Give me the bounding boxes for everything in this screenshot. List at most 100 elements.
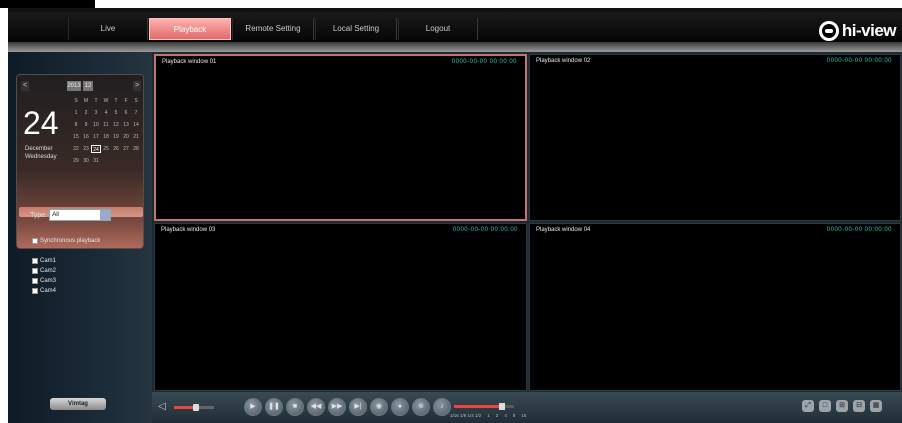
calendar-grid: S M T W T F S 1 2 3 4 5 6 7 8 9 10 11 12 13 14 15 16 17 18 19 20 21… xyxy=(71,97,143,165)
speed-slider[interactable] xyxy=(454,403,514,410)
calendar-date[interactable]: 10 xyxy=(91,121,101,129)
channel-row[interactable]: Cam3 xyxy=(32,278,56,284)
calendar-prev-button[interactable]: < xyxy=(21,81,29,91)
channel-label: Cam4 xyxy=(40,288,57,294)
calendar-date[interactable]: 18 xyxy=(101,133,111,141)
calendar-date[interactable]: 25 xyxy=(101,145,111,153)
split-4-icon[interactable]: ⊞ xyxy=(836,400,848,412)
calendar-date[interactable]: 5 xyxy=(111,109,121,117)
calendar-date[interactable]: 26 xyxy=(111,145,121,153)
channel-checkbox[interactable] xyxy=(32,288,38,294)
playback-window-3[interactable]: Playback window 03 0000-00-00 00:00:00 xyxy=(154,223,527,391)
calendar-month-text: December Wednesday xyxy=(25,145,57,161)
calendar-date[interactable]: 30 xyxy=(81,157,91,165)
calendar-date[interactable]: 27 xyxy=(121,145,131,153)
play-button[interactable]: ▶ xyxy=(244,398,262,416)
calendar-next-button[interactable]: > xyxy=(133,81,141,91)
calendar-month-button[interactable]: 12 xyxy=(83,81,93,91)
channel-checkbox[interactable] xyxy=(32,268,38,274)
calendar-date[interactable]: 19 xyxy=(111,133,121,141)
calendar-date[interactable]: 21 xyxy=(131,133,141,141)
calendar-date[interactable]: 17 xyxy=(91,133,101,141)
calendar-date[interactable]: 22 xyxy=(71,145,81,153)
calendar-date[interactable]: 13 xyxy=(121,121,131,129)
tab-playback[interactable]: Playback xyxy=(149,18,231,40)
channel-checkbox[interactable] xyxy=(32,278,38,284)
speed-label: 1/16 1/8 1/4 1/2 xyxy=(450,413,482,418)
speed-label: 4 xyxy=(504,413,507,418)
calendar-date[interactable]: 28 xyxy=(131,145,141,153)
stop-button[interactable]: ■ xyxy=(286,398,304,416)
calendar-date[interactable]: 4 xyxy=(101,109,111,117)
volume-knob[interactable] xyxy=(193,404,199,411)
sound-button[interactable]: ♪ xyxy=(433,398,451,416)
playback-window-2[interactable]: Playback window 02 0000-00-00 00:00:00 xyxy=(529,54,901,221)
calendar-date[interactable]: 6 xyxy=(121,109,131,117)
calendar-date[interactable]: 3 xyxy=(91,109,101,117)
calendar-weekday: T xyxy=(94,98,98,104)
calendar-date[interactable]: 8 xyxy=(71,121,81,129)
split-16-icon[interactable]: ▦ xyxy=(870,400,882,412)
channel-row[interactable]: Cam2 xyxy=(32,268,56,274)
split-9-icon[interactable]: ⊟ xyxy=(853,400,865,412)
brand-logo: hi-view xyxy=(818,18,897,44)
zoom-button[interactable]: ⊕ xyxy=(412,398,430,416)
pane-timestamp: 0000-00-00 00:00:00 xyxy=(451,59,517,65)
calendar-date[interactable]: 24 xyxy=(91,145,101,153)
calendar-date[interactable]: 12 xyxy=(111,121,121,129)
calendar-date[interactable]: 14 xyxy=(131,121,141,129)
split-1-icon[interactable]: □ xyxy=(819,400,831,412)
calendar-header: < 2013 12 > xyxy=(21,81,141,91)
sync-playback-row[interactable]: Synchronous playback xyxy=(32,238,100,244)
calendar-date[interactable]: 2 xyxy=(81,109,91,117)
fast-button[interactable]: ▶▶ xyxy=(328,398,346,416)
tab-local-setting[interactable]: Local Setting xyxy=(315,18,397,40)
playback-window-1[interactable]: Playback window 01 0000-00-00 00:00:00 xyxy=(154,54,527,221)
calendar-month-name: December xyxy=(25,146,53,152)
calendar-date[interactable]: 20 xyxy=(121,133,131,141)
calendar-date[interactable]: 16 xyxy=(81,133,91,141)
logo-eye-icon xyxy=(818,21,839,41)
playback-window-4[interactable]: Playback window 04 0000-00-00 00:00:00 xyxy=(529,223,901,391)
calendar-date[interactable]: 15 xyxy=(71,133,81,141)
calendar-date[interactable]: 23 xyxy=(81,145,91,153)
pane-title: Playback window 04 xyxy=(536,227,591,233)
pause-button[interactable]: ❚❚ xyxy=(265,398,283,416)
type-label: Type xyxy=(30,211,46,219)
step-button[interactable]: ▶| xyxy=(349,398,367,416)
speaker-icon[interactable]: ◁ xyxy=(158,401,170,413)
calendar-date[interactable]: 1 xyxy=(71,109,81,117)
channel-label: Cam3 xyxy=(40,278,57,284)
speed-knob[interactable] xyxy=(499,403,505,410)
speed-label: 8 xyxy=(512,413,516,418)
calendar-date[interactable]: 31 xyxy=(91,157,101,165)
calendar-date[interactable]: 11 xyxy=(101,121,111,129)
fullscreen-icon[interactable]: ⤢ xyxy=(802,400,814,412)
type-select-value: All xyxy=(52,212,59,218)
channel-checkbox[interactable] xyxy=(32,258,38,264)
calendar-date[interactable]: 9 xyxy=(81,121,91,129)
tab-remote-setting[interactable]: Remote Setting xyxy=(232,18,314,40)
tab-live[interactable]: Live xyxy=(68,18,148,40)
chevron-down-icon[interactable] xyxy=(100,210,111,220)
channel-label: Cam2 xyxy=(40,268,57,274)
tab-logout[interactable]: Logout xyxy=(398,18,478,40)
playback-toolbar: ◁ ▶ ❚❚ ■ ◀◀ ▶▶ ▶| ◉ ● ⊕ ♪ 1/16 1/8 1/4 1… xyxy=(152,392,902,423)
capture-button[interactable]: ◉ xyxy=(370,398,388,416)
volume-slider[interactable] xyxy=(174,404,214,411)
brand-badge: Vimtag xyxy=(50,398,106,410)
record-button[interactable]: ● xyxy=(391,398,409,416)
calendar-day-number: 24 xyxy=(23,105,59,141)
calendar-weekday: S xyxy=(134,98,138,104)
calendar-weekday: W xyxy=(103,98,109,104)
slow-button[interactable]: ◀◀ xyxy=(307,398,325,416)
calendar-date[interactable]: 7 xyxy=(131,109,141,117)
channel-row[interactable]: Cam1 xyxy=(32,258,56,264)
calendar-date[interactable]: 29 xyxy=(71,157,81,165)
sync-playback-checkbox[interactable] xyxy=(32,238,38,244)
type-select[interactable]: All xyxy=(49,209,112,221)
calendar-year-button[interactable]: 2013 xyxy=(67,81,81,91)
nav-bar: Live Playback Remote Setting Local Setti… xyxy=(8,12,902,42)
calendar-weekday: T xyxy=(114,98,118,104)
channel-row[interactable]: Cam4 xyxy=(32,288,56,294)
